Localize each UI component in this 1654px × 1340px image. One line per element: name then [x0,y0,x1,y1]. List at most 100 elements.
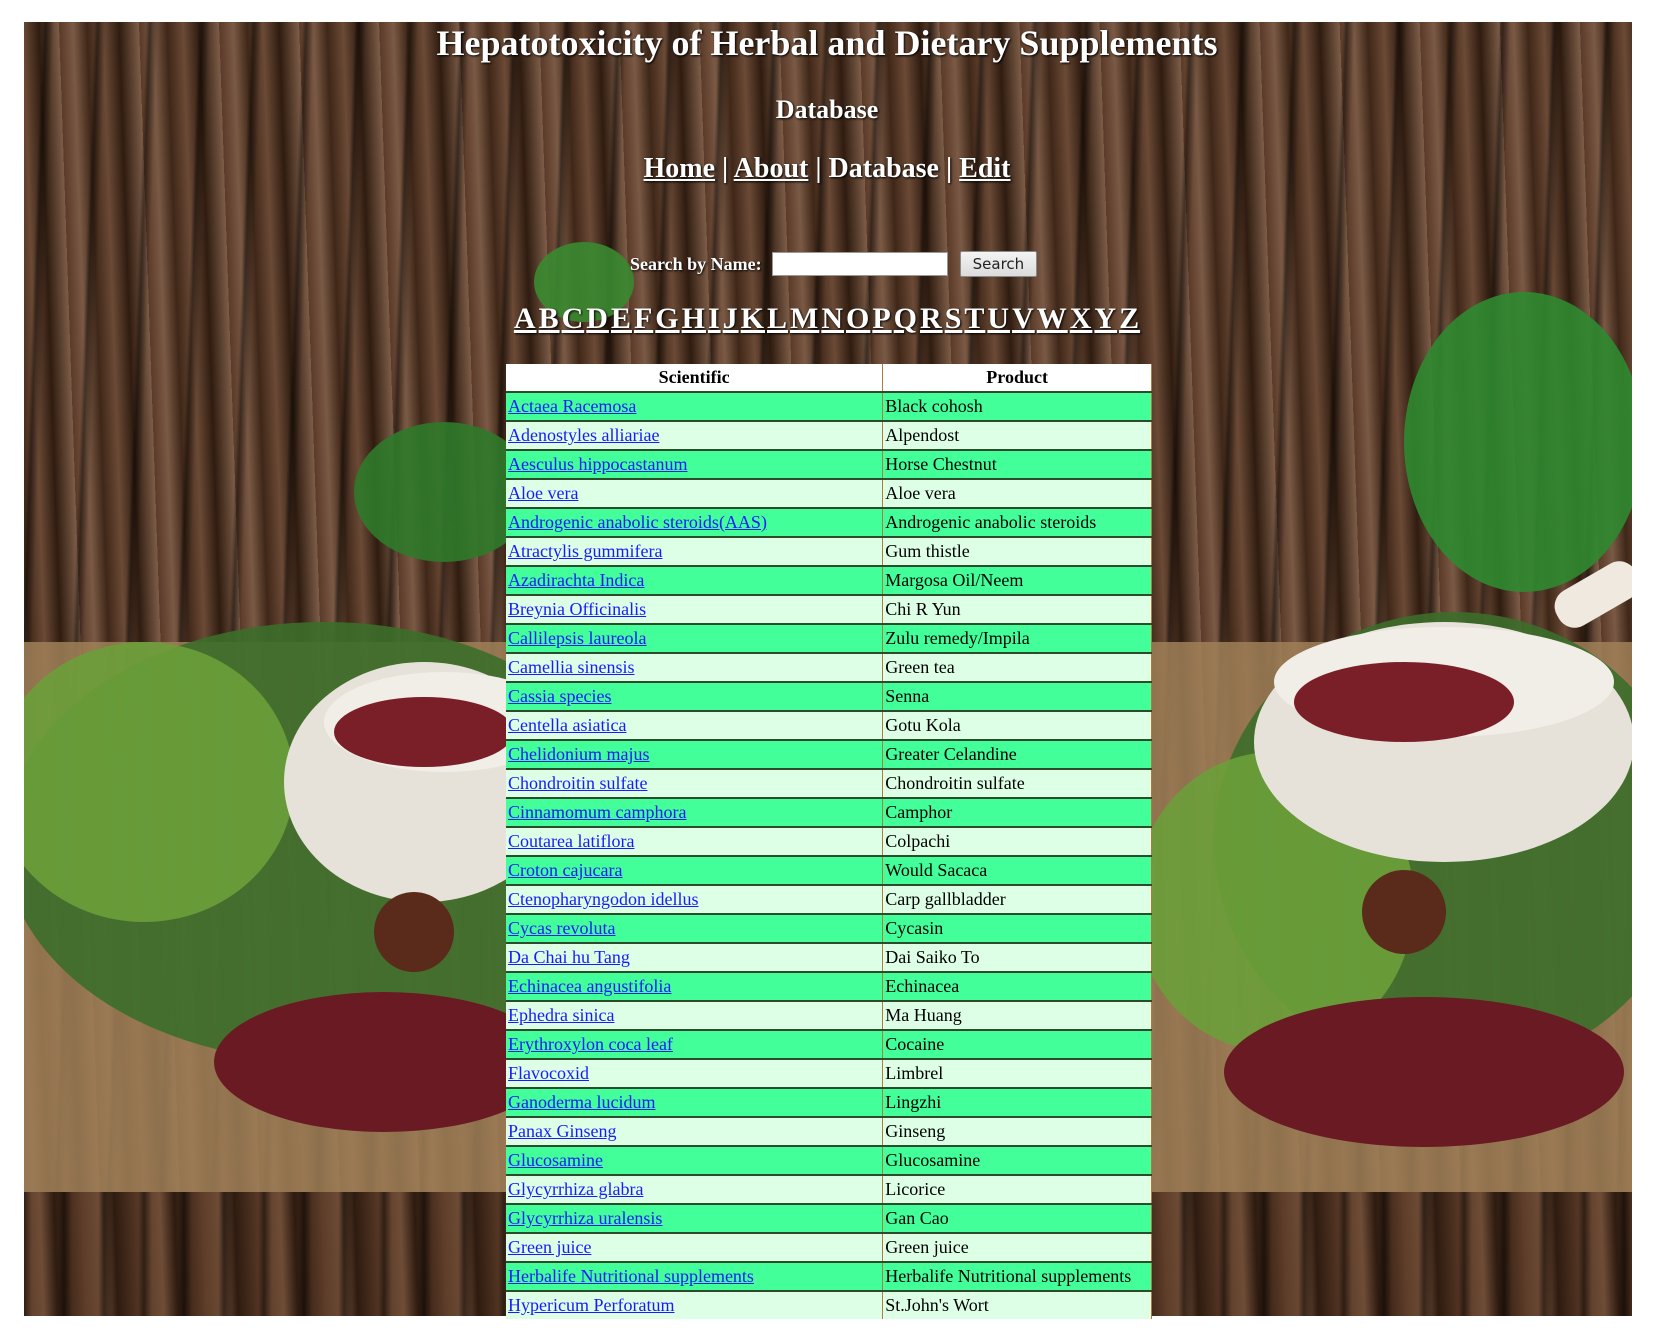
alphabet-link-h[interactable]: H [682,302,706,335]
scientific-name-link[interactable]: Callilepsis laureola [508,628,646,648]
scientific-name-link[interactable]: Camellia sinensis [508,657,634,677]
scientific-name-link[interactable]: Coutarea latiflora [508,831,634,851]
cell-scientific: Actaea Racemosa [506,391,884,421]
scientific-name-link[interactable]: Da Chai hu Tang [508,947,630,967]
cell-scientific: Atractylis gummifera [506,536,884,566]
alphabet-link-q[interactable]: Q [894,302,918,335]
alphabet-link-t[interactable]: T [964,302,985,335]
alphabet-link-z[interactable]: Z [1119,302,1140,335]
scientific-name-link[interactable]: Adenostyles alliariae [508,425,659,445]
alphabet-link-s[interactable]: S [945,302,963,335]
cell-product: Gum thistle [882,536,1152,566]
column-header-product: Product [882,364,1152,392]
scientific-name-link[interactable]: Ctenopharyngodon idellus [508,889,698,909]
scientific-name-link[interactable]: Azadirachta Indica [508,570,644,590]
alphabet-link-o[interactable]: O [846,302,870,335]
scientific-name-link[interactable]: Erythroxylon coca leaf [508,1034,673,1054]
alphabet-link-v[interactable]: V [1012,302,1035,335]
search-button[interactable]: Search [959,251,1038,277]
nav-home-link[interactable]: Home [643,153,715,184]
scientific-name-link[interactable]: Aesculus hippocastanum [508,454,687,474]
table-row: Actaea Racemosa Black cohosh [506,391,1152,421]
scientific-name-link[interactable]: Ephedra sinica [508,1005,614,1025]
scientific-name-link[interactable]: Hypericum Perforatum [508,1295,674,1315]
scientific-name-link[interactable]: Actaea Racemosa [508,396,636,416]
alphabet-link-f[interactable]: F [634,302,653,335]
nav-edit-link[interactable]: Edit [959,153,1010,184]
alphabet-link-d[interactable]: D [586,302,609,335]
cell-product: Limbrel [882,1058,1152,1088]
table-row: Androgenic anabolic steroids(AAS) Androge… [506,507,1152,537]
alphabet-link-m[interactable]: M [790,302,819,335]
scientific-name-link[interactable]: Panax Ginseng [508,1121,616,1141]
alphabet-link-u[interactable]: U [987,302,1010,335]
table-row: Cassia species Senna [506,681,1152,711]
scientific-name-link[interactable]: Glycyrrhiza uralensis [508,1208,662,1228]
cell-product: Herbalife Nutritional supplements [882,1261,1152,1291]
alphabet-link-a[interactable]: A [514,302,537,335]
scientific-name-link[interactable]: Atractylis gummifera [508,541,662,561]
nav-separator: | [815,153,822,184]
alphabet-link-n[interactable]: N [821,302,844,335]
alphabet-link-y[interactable]: Y [1094,302,1117,335]
cell-product: Green juice [882,1232,1152,1262]
nav-separator: | [722,153,729,184]
scientific-name-link[interactable]: Chelidonium majus [508,744,650,764]
alphabet-link-r[interactable]: R [920,302,943,335]
scientific-name-link[interactable]: Cinnamomum camphora [508,802,686,822]
cell-scientific: Da Chai hu Tang [506,942,884,972]
cell-scientific: Erythroxylon coca leaf [506,1029,884,1059]
scientific-name-link[interactable]: Ganoderma lucidum [508,1092,655,1112]
scientific-name-link[interactable]: Flavocoxid [508,1063,589,1083]
scientific-name-link[interactable]: Glucosamine [508,1150,603,1170]
scientific-name-link[interactable]: Cycas revoluta [508,918,615,938]
alphabet-link-p[interactable]: P [872,302,891,335]
cell-scientific: Chondroitin sulfate [506,768,884,798]
cell-scientific: Herbalife Nutritional supplements [506,1261,884,1291]
table-row: Ganoderma lucidum Lingzhi [506,1087,1152,1117]
table-row: Azadirachta Indica Margosa Oil/Neem [506,565,1152,595]
alphabet-link-e[interactable]: E [611,302,632,335]
scientific-name-link[interactable]: Echinacea angustifolia [508,976,671,996]
scientific-name-link[interactable]: Aloe vera [508,483,578,503]
column-header-scientific: Scientific [506,364,884,392]
cell-product: Dai Saiko To [882,942,1152,972]
database-table: Scientific Product Actaea Racemosa Black … [506,364,1152,1319]
cell-product: Chi R Yun [882,594,1152,624]
scientific-name-link[interactable]: Glycyrrhiza glabra [508,1179,643,1199]
cell-product: Cocaine [882,1029,1152,1059]
cell-product: Chondroitin sulfate [882,768,1152,798]
table-row: Chelidonium majus Greater Celandine [506,739,1152,769]
alphabet-link-c[interactable]: C [562,302,585,335]
cell-product: Gan Cao [882,1203,1152,1233]
scientific-name-link[interactable]: Breynia Officinalis [508,599,646,619]
alphabet-link-i[interactable]: I [708,302,721,335]
alphabet-link-l[interactable]: L [767,302,788,335]
table-row: Camellia sinensis Green tea [506,652,1152,682]
scientific-name-link[interactable]: Chondroitin sulfate [508,773,647,793]
alphabet-link-k[interactable]: K [741,302,765,335]
alphabet-link-b[interactable]: B [539,302,560,335]
table-row: Hypericum Perforatum St.John's Wort [506,1290,1152,1319]
nav-about-link[interactable]: About [734,153,809,184]
cell-scientific: Cassia species [506,681,884,711]
alphabet-link-x[interactable]: X [1070,302,1093,335]
scientific-name-link[interactable]: Green juice [508,1237,591,1257]
scientific-name-link[interactable]: Herbalife Nutritional supplements [508,1266,754,1286]
alphabet-link-g[interactable]: G [655,302,679,335]
scientific-name-link[interactable]: Cassia species [508,686,611,706]
scientific-name-link[interactable]: Centella asiatica [508,715,626,735]
cell-scientific: Coutarea latiflora [506,826,884,856]
search-input[interactable] [771,252,948,276]
cell-scientific: Camellia sinensis [506,652,884,682]
scientific-name-link[interactable]: Androgenic anabolic steroids(AAS) [508,512,767,532]
alphabet-link-j[interactable]: J [723,302,739,335]
scientific-name-link[interactable]: Croton cajucara [508,860,622,880]
table-row: Ctenopharyngodon idellus Carp gallbladder [506,884,1152,914]
table-body: Actaea Racemosa Black cohosh Adenostyles a… [506,391,1152,1319]
cell-scientific: Croton cajucara [506,855,884,885]
cell-scientific: Ctenopharyngodon idellus [506,884,884,914]
table-row: Green juice Green juice [506,1232,1152,1262]
alphabet-link-w[interactable]: W [1037,302,1068,335]
cell-scientific: Callilepsis laureola [506,623,884,653]
